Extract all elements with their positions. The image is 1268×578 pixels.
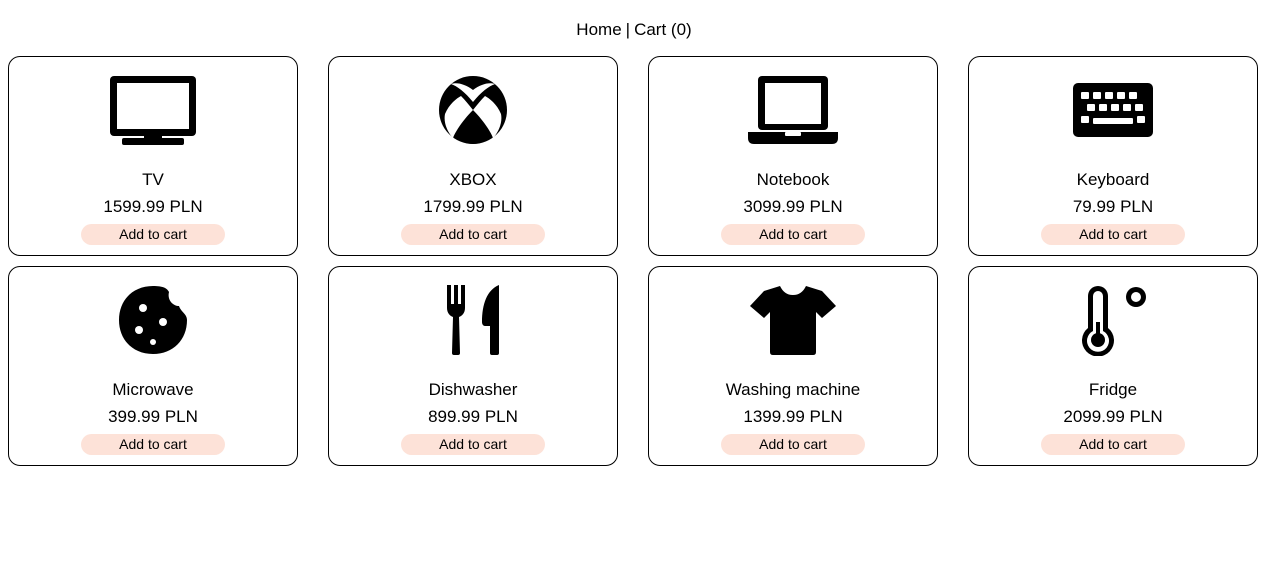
product-price: 3099.99 PLN — [743, 197, 843, 216]
product-price: 79.99 PLN — [1072, 197, 1154, 216]
product-card: TV 1599.99 PLN Add to cart — [8, 56, 298, 256]
product-card: Washing machine 1399.99 PLN Add to cart — [648, 266, 938, 466]
cookie-icon — [9, 284, 297, 356]
keyboard-icon — [969, 74, 1257, 146]
home-link[interactable]: Home — [576, 20, 621, 39]
product-price: 1399.99 PLN — [743, 407, 843, 426]
product-card: Notebook 3099.99 PLN Add to cart — [648, 56, 938, 256]
product-card: Keyboard 79.99 PLN Add to cart — [968, 56, 1258, 256]
add-to-cart-button[interactable]: Add to cart — [1041, 434, 1185, 455]
product-card: Microwave 399.99 PLN Add to cart — [8, 266, 298, 466]
product-name: Dishwasher — [428, 380, 518, 399]
product-name: Fridge — [1088, 380, 1138, 399]
top-nav: Home | Cart (0) — [0, 19, 1268, 41]
product-name: Keyboard — [1076, 170, 1150, 189]
product-name: XBOX — [449, 170, 497, 189]
product-name: TV — [142, 170, 164, 189]
add-to-cart-button[interactable]: Add to cart — [721, 224, 865, 245]
product-card: Fridge 2099.99 PLN Add to cart — [968, 266, 1258, 466]
laptop-icon — [649, 74, 937, 146]
product-name: Notebook — [756, 170, 830, 189]
product-price: 1799.99 PLN — [423, 197, 523, 216]
add-to-cart-button[interactable]: Add to cart — [81, 434, 225, 455]
product-grid: TV 1599.99 PLN Add to cart XBOX 1799.99 … — [8, 56, 1258, 466]
add-to-cart-button[interactable]: Add to cart — [81, 224, 225, 245]
product-name: Microwave — [112, 380, 194, 399]
cart-link[interactable]: Cart (0) — [634, 20, 692, 39]
tv-icon — [9, 74, 297, 146]
product-price: 899.99 PLN — [428, 407, 518, 426]
shirt-icon — [649, 284, 937, 356]
product-price: 399.99 PLN — [108, 407, 198, 426]
product-card: XBOX 1799.99 PLN Add to cart — [328, 56, 618, 256]
add-to-cart-button[interactable]: Add to cart — [401, 224, 545, 245]
add-to-cart-button[interactable]: Add to cart — [401, 434, 545, 455]
xbox-icon — [329, 74, 617, 146]
add-to-cart-button[interactable]: Add to cart — [1041, 224, 1185, 245]
product-name: Washing machine — [725, 380, 861, 399]
thermometer-icon — [969, 284, 1257, 356]
product-price: 2099.99 PLN — [1063, 407, 1163, 426]
nav-separator: | — [625, 20, 631, 39]
product-card: Dishwasher 899.99 PLN Add to cart — [328, 266, 618, 466]
product-price: 1599.99 PLN — [103, 197, 203, 216]
utensils-icon — [329, 284, 617, 356]
add-to-cart-button[interactable]: Add to cart — [721, 434, 865, 455]
